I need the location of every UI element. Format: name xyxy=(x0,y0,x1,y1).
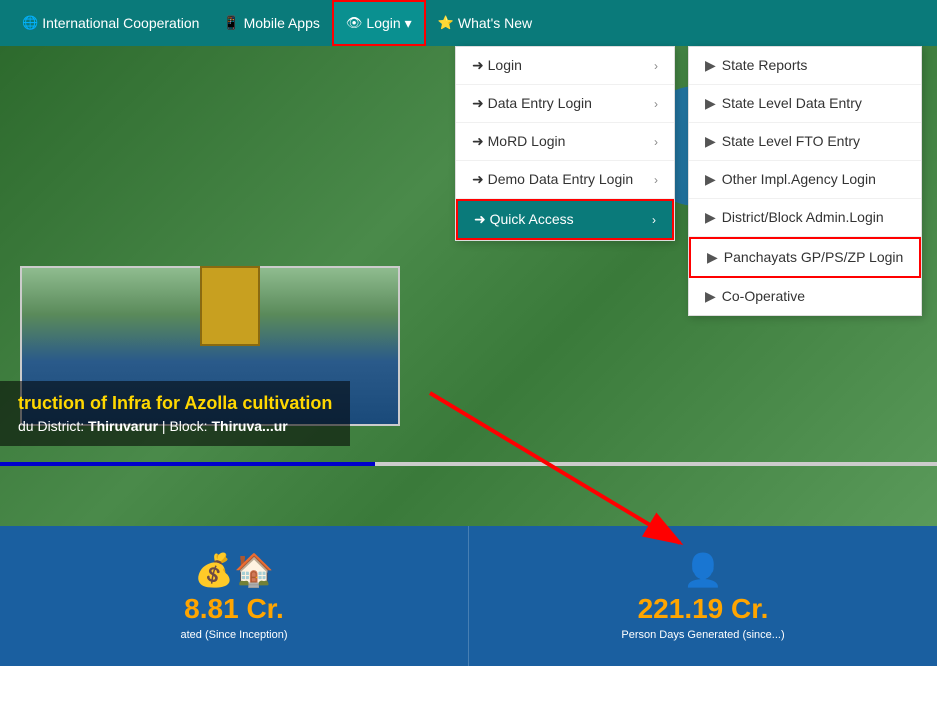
building-sign xyxy=(200,266,260,346)
stat-amount-1: 221.19 Cr. xyxy=(638,593,769,625)
submenu-district-block-admin[interactable]: ▶ District/Block Admin.Login xyxy=(689,199,921,237)
arrow-icon: › xyxy=(654,97,658,111)
person-icon: 👤 xyxy=(683,551,723,589)
arrow-icon: › xyxy=(654,173,658,187)
hero-title: truction of Infra for Azolla cultivation xyxy=(18,393,332,414)
arrow-right-icon: › xyxy=(652,213,656,227)
dropdown-mord-login[interactable]: ➜ MoRD Login › xyxy=(456,123,674,161)
hero-caption: truction of Infra for Azolla cultivation… xyxy=(0,381,350,446)
stat-label-1: Person Days Generated (since...) xyxy=(621,629,784,641)
dropdown-data-entry-login[interactable]: ➜ Data Entry Login › xyxy=(456,85,674,123)
arrow-icon: › xyxy=(654,59,658,73)
hero-subtitle: du District: Thiruvarur | Block: Thiruva… xyxy=(18,418,332,434)
eye-icon: 👁 xyxy=(346,15,363,31)
submenu-panchayats-login[interactable]: ▶ Panchayats GP/PS/ZP Login xyxy=(689,237,921,278)
nav-mobile-apps[interactable]: 📱 Mobile Apps xyxy=(211,0,331,46)
stats-bar: 💰🏠 8.81 Cr. ated (Since Inception) 👤 221… xyxy=(0,526,937,666)
stat-card-0: 💰🏠 8.81 Cr. ated (Since Inception) xyxy=(0,526,469,666)
hero-progress-fill xyxy=(0,462,375,466)
bullet-icon: ▶ xyxy=(707,249,718,266)
stat-amount-0: 8.81 Cr. xyxy=(184,593,284,625)
stat-card-1: 👤 221.19 Cr. Person Days Generated (sinc… xyxy=(469,526,937,666)
stat-label-0: ated (Since Inception) xyxy=(180,629,287,641)
bullet-icon: ▶ xyxy=(705,209,716,226)
submenu-state-reports[interactable]: ▶ State Reports xyxy=(689,47,921,85)
dropdown-login[interactable]: ➜ Login › xyxy=(456,47,674,85)
bullet-icon: ▶ xyxy=(705,95,716,112)
bullet-icon: ▶ xyxy=(705,288,716,305)
globe-icon: 🌐 xyxy=(22,15,38,31)
login-dropdown: ➜ Login › ➜ Data Entry Login › ➜ MoRD Lo… xyxy=(455,46,675,241)
money-icon: 💰🏠 xyxy=(194,551,274,589)
bullet-icon: ▶ xyxy=(705,171,716,188)
bullet-icon: ▶ xyxy=(705,57,716,74)
mobile-icon: 📱 xyxy=(223,15,239,31)
quick-access-submenu: ▶ State Reports ▶ State Level Data Entry… xyxy=(688,46,922,316)
hero-progress-bar xyxy=(0,462,937,466)
navbar: 🌐 International Cooperation 📱 Mobile App… xyxy=(0,0,937,46)
nav-login[interactable]: 👁 Login ▾ xyxy=(332,0,426,46)
submenu-state-level-data-entry[interactable]: ▶ State Level Data Entry xyxy=(689,85,921,123)
submenu-other-impl-agency[interactable]: ▶ Other Impl.Agency Login xyxy=(689,161,921,199)
submenu-state-level-fto-entry[interactable]: ▶ State Level FTO Entry xyxy=(689,123,921,161)
star-icon: ⭐ xyxy=(438,15,454,31)
bullet-icon: ▶ xyxy=(705,133,716,150)
dropdown-demo-data-entry[interactable]: ➜ Demo Data Entry Login › xyxy=(456,161,674,199)
submenu-co-operative[interactable]: ▶ Co-Operative xyxy=(689,278,921,315)
dropdown-chevron-icon: ▾ xyxy=(405,15,412,32)
nav-international-cooperation[interactable]: 🌐 International Cooperation xyxy=(10,0,211,46)
nav-whats-new[interactable]: ⭐ What's New xyxy=(426,0,544,46)
arrow-icon: › xyxy=(654,135,658,149)
dropdown-quick-access[interactable]: ➜ Quick Access › xyxy=(456,199,674,240)
